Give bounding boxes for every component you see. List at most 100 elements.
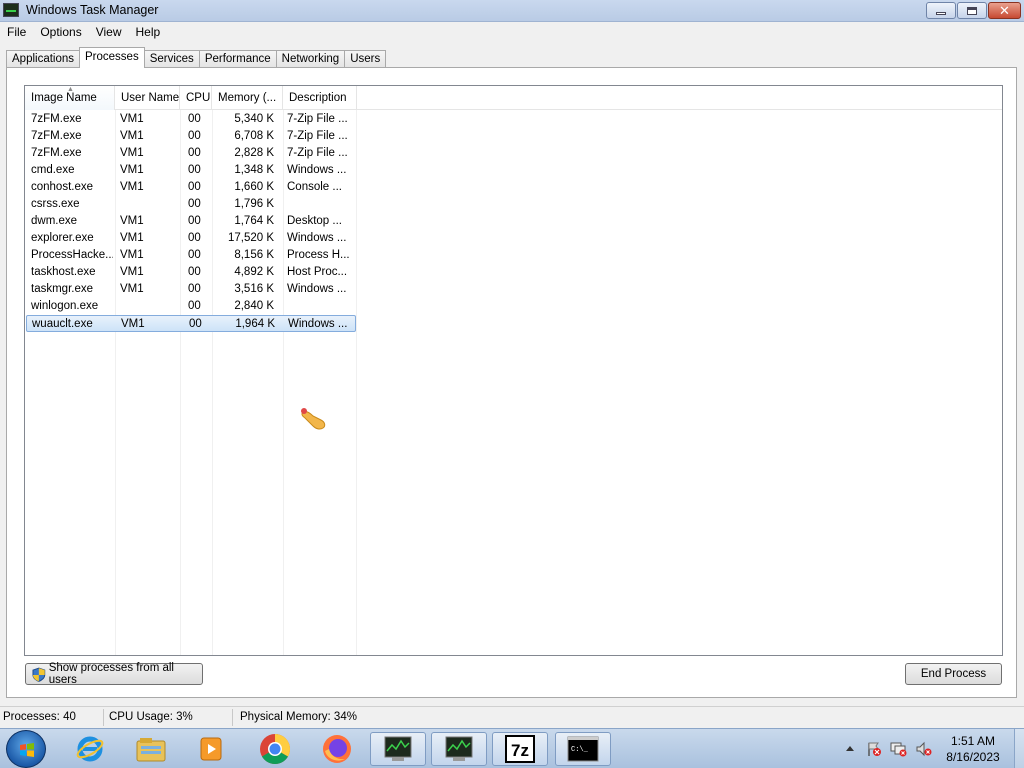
process-cpu: 00	[188, 181, 201, 193]
process-cpu: 00	[188, 232, 201, 244]
process-list[interactable]: ▲ Image Name User Name CPU Memory (... D…	[24, 85, 1003, 656]
process-memory: 1,660 K	[234, 181, 274, 193]
process-cpu: 00	[188, 266, 201, 278]
end-process-button[interactable]: End Process	[905, 663, 1002, 685]
drag-hand-cursor-icon	[301, 408, 326, 430]
process-memory: 3,516 K	[234, 283, 274, 295]
action-center-flag-icon[interactable]	[866, 741, 882, 757]
process-row[interactable]: wuauclt.exe VM1 00 1,964 K Windows ...	[26, 315, 356, 332]
process-row[interactable]: conhost.exe VM1 00 1,660 K Console ...	[26, 179, 356, 196]
internet-explorer-taskbar-button[interactable]	[62, 732, 118, 766]
process-image-name: 7zFM.exe	[31, 113, 82, 125]
task-manager-icon	[384, 736, 412, 761]
menu-file[interactable]: File	[0, 22, 33, 42]
command-prompt-taskbar-button[interactable]: C:\_	[555, 732, 611, 766]
process-image-name: csrss.exe	[31, 198, 80, 210]
uac-shield-icon	[32, 667, 46, 682]
process-description: 7-Zip File ...	[287, 113, 348, 125]
menu-view[interactable]: View	[89, 22, 129, 42]
sort-ascending-icon: ▲	[67, 86, 74, 93]
title-bar: Windows Task Manager ✕	[0, 0, 1024, 22]
process-row[interactable]: csrss.exe 00 1,796 K	[26, 196, 356, 213]
file-explorer-taskbar-button[interactable]	[123, 732, 179, 766]
taskbar-clock[interactable]: 1:51 AM 8/16/2023	[938, 733, 1008, 765]
column-divider	[356, 110, 357, 655]
command-prompt-icon-label: C:\_	[571, 746, 589, 754]
process-cpu: 00	[189, 318, 202, 330]
process-description: Console ...	[287, 181, 342, 193]
tab-users[interactable]: Users	[344, 50, 387, 68]
column-cpu[interactable]: CPU	[180, 86, 212, 110]
menu-bar: File Options View Help	[0, 22, 1024, 42]
process-row[interactable]: 7zFM.exe VM1 00 5,340 K 7-Zip File ...	[26, 111, 356, 128]
process-row[interactable]: winlogon.exe 00 2,840 K	[26, 298, 356, 315]
restore-icon	[967, 6, 977, 15]
status-cpu-usage: CPU Usage: 3%	[109, 711, 193, 723]
process-row[interactable]: ProcessHacke... VM1 00 8,156 K Process H...	[26, 247, 356, 264]
process-memory: 17,520 K	[227, 232, 274, 244]
process-row[interactable]: 7zFM.exe VM1 00 6,708 K 7-Zip File ...	[26, 128, 356, 145]
maximize-button[interactable]	[957, 2, 987, 19]
minimize-button[interactable]	[926, 2, 956, 19]
status-physical-memory: Physical Memory: 34%	[240, 711, 357, 723]
processes-panel: ▲ Image Name User Name CPU Memory (... D…	[6, 67, 1017, 698]
network-icon[interactable]	[890, 741, 908, 757]
process-image-name: 7zFM.exe	[31, 147, 82, 159]
firefox-taskbar-button[interactable]	[309, 732, 365, 766]
column-memory[interactable]: Memory (...	[212, 86, 283, 110]
process-description: Process H...	[287, 249, 350, 261]
process-row[interactable]: taskhost.exe VM1 00 4,892 K Host Proc...	[26, 264, 356, 281]
column-image-name-label: Image Name	[31, 92, 97, 104]
process-description: Windows ...	[287, 232, 347, 244]
process-image-name: wuauclt.exe	[32, 318, 93, 330]
process-row[interactable]: dwm.exe VM1 00 1,764 K Desktop ...	[26, 213, 356, 230]
task-manager-taskbar-button[interactable]	[370, 732, 426, 766]
tab-processes[interactable]: Processes	[79, 47, 145, 68]
process-row[interactable]: taskmgr.exe VM1 00 3,516 K Windows ...	[26, 281, 356, 298]
show-hidden-icons-icon[interactable]	[845, 744, 855, 752]
internet-explorer-icon	[76, 736, 104, 762]
process-image-name: dwm.exe	[31, 215, 78, 227]
menu-help[interactable]: Help	[129, 22, 168, 42]
process-cpu: 00	[188, 147, 201, 159]
process-memory: 4,892 K	[234, 266, 274, 278]
process-row[interactable]: 7zFM.exe VM1 00 2,828 K 7-Zip File ...	[26, 145, 356, 162]
column-image-name[interactable]: ▲ Image Name	[25, 86, 115, 110]
process-memory: 2,840 K	[234, 300, 274, 312]
tab-strip: Applications Processes Services Performa…	[6, 47, 387, 68]
tab-performance[interactable]: Performance	[198, 50, 277, 68]
taskbar: 7z C:\_ 1:51 AM 8/16/2023	[0, 728, 1024, 768]
process-image-name: conhost.exe	[31, 181, 94, 193]
process-image-name: taskmgr.exe	[31, 283, 93, 295]
status-divider	[103, 709, 104, 726]
process-row[interactable]: cmd.exe VM1 00 1,348 K Windows ...	[26, 162, 356, 179]
column-user-name[interactable]: User Name	[115, 86, 180, 110]
process-description: Desktop ...	[287, 215, 342, 227]
7zip-icon-label: 7z	[511, 741, 529, 760]
column-description[interactable]: Description	[283, 86, 357, 110]
process-user-name: VM1	[120, 147, 144, 159]
process-cpu: 00	[188, 113, 201, 125]
close-button[interactable]: ✕	[988, 2, 1021, 19]
task-manager-taskbar-button[interactable]	[431, 732, 487, 766]
chrome-taskbar-button[interactable]	[247, 732, 303, 766]
7zip-taskbar-button[interactable]: 7z	[492, 732, 548, 766]
show-desktop-button[interactable]	[1014, 729, 1024, 768]
process-user-name: VM1	[120, 215, 144, 227]
chrome-icon	[260, 733, 290, 765]
firefox-icon	[323, 735, 351, 763]
menu-options[interactable]: Options	[33, 22, 88, 42]
tab-services[interactable]: Services	[143, 50, 200, 68]
process-cpu: 00	[188, 130, 201, 142]
process-row[interactable]: explorer.exe VM1 00 17,520 K Windows ...	[26, 230, 356, 247]
show-all-users-button[interactable]: Show processes from all users	[25, 662, 203, 686]
media-player-taskbar-button[interactable]	[183, 732, 239, 766]
tab-networking[interactable]: Networking	[275, 50, 346, 68]
tab-applications[interactable]: Applications	[6, 50, 81, 68]
process-user-name: VM1	[120, 232, 144, 244]
status-divider	[232, 709, 233, 726]
show-all-users-label: Show processes from all users	[48, 662, 174, 686]
start-button[interactable]	[6, 730, 46, 768]
volume-muted-icon[interactable]	[915, 741, 933, 757]
process-image-name: ProcessHacke...	[31, 249, 113, 261]
